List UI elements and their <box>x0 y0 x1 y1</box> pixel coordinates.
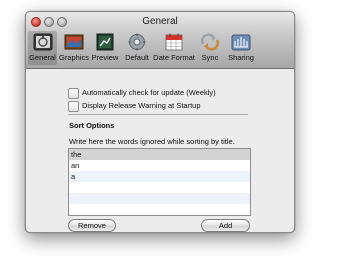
toolbar-item-graphics[interactable]: Graphics <box>58 31 90 65</box>
auto-update-label: Automatically check for update (Weekly) <box>82 88 216 97</box>
list-item[interactable]: a <box>69 171 250 182</box>
empty-list-row <box>69 193 250 204</box>
remove-button[interactable]: Remove <box>68 219 116 232</box>
auto-update-checkbox[interactable] <box>68 88 79 99</box>
toolbar-item-general[interactable]: General <box>28 31 57 65</box>
toolbar-item-label: Default <box>125 53 149 62</box>
toolbar-item-label: Date Format <box>153 53 195 62</box>
preview-icon <box>96 33 114 51</box>
sharing-icon <box>231 34 251 51</box>
calendar-icon <box>165 33 183 51</box>
sync-icon <box>201 33 219 51</box>
graphics-icon <box>64 34 84 50</box>
toolbar-item-preview[interactable]: Preview <box>90 31 120 65</box>
sort-options-title: Sort Options <box>69 121 115 130</box>
release-warning-checkbox[interactable] <box>68 101 79 112</box>
toolbar-item-date-format[interactable]: Date Format <box>153 31 195 65</box>
empty-list-row <box>69 204 250 215</box>
toolbar-item-sync[interactable]: Sync <box>197 31 223 65</box>
add-button[interactable]: Add <box>201 219 250 232</box>
release-warning-label: Display Release Warning at Startup <box>82 101 201 110</box>
separator <box>68 114 248 115</box>
empty-list-row <box>69 182 250 193</box>
general-icon <box>33 33 52 51</box>
ignored-words-list[interactable]: the an a <box>68 148 251 216</box>
toolbar-item-label: Sharing <box>228 53 254 62</box>
toolbar-item-label: General <box>29 53 56 62</box>
preferences-window: General General Graphics Preview Default… <box>25 11 295 233</box>
toolbar: General General Graphics Preview Default… <box>26 12 294 69</box>
gear-icon <box>128 33 146 51</box>
window-title: General <box>142 16 178 27</box>
sort-options-description: Write here the words ignored while sorti… <box>69 137 235 146</box>
toolbar-item-sharing[interactable]: Sharing <box>225 31 257 65</box>
list-item[interactable]: an <box>69 160 250 171</box>
toolbar-item-label: Sync <box>201 53 219 62</box>
toolbar-item-default[interactable]: Default <box>122 31 152 65</box>
toolbar-item-label: Graphics <box>58 53 89 62</box>
toolbar-item-label: Preview <box>91 53 119 62</box>
list-item[interactable]: the <box>69 149 250 160</box>
general-pane: Automatically check for update (Weekly) … <box>26 69 294 232</box>
